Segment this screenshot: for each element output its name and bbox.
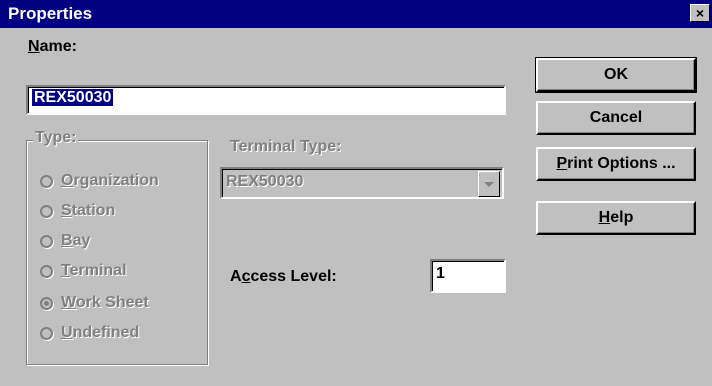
radio-work-sheet[interactable]: Work Sheet	[40, 292, 149, 314]
name-label-rest: ame:	[39, 38, 77, 55]
name-label: Name:	[28, 38, 77, 56]
close-icon[interactable]: ×	[690, 4, 710, 22]
radio-organization[interactable]: Organization	[40, 170, 159, 192]
radio-bay[interactable]: Bay	[40, 230, 90, 252]
access-level-label: Access Level:	[230, 268, 337, 285]
access-level-input[interactable]: 1	[430, 259, 506, 293]
terminal-type-label: Terminal Type:	[230, 138, 342, 155]
radio-terminal[interactable]: Terminal	[40, 260, 127, 282]
print-options-button[interactable]: Print Options ...	[536, 147, 696, 181]
radio-icon	[40, 264, 53, 278]
name-field[interactable]: REX50030	[26, 85, 506, 115]
radio-icon	[40, 326, 53, 340]
ok-button[interactable]: OK	[535, 57, 697, 93]
window-title: Properties	[8, 4, 93, 23]
radio-icon	[40, 204, 53, 218]
name-label-accel: N	[28, 38, 40, 55]
access-level-value: 1	[436, 265, 445, 282]
title-bar: Properties ×	[0, 0, 712, 28]
radio-station[interactable]: Station	[40, 200, 115, 222]
radio-icon	[40, 174, 53, 188]
terminal-type-value: REX50030	[226, 173, 304, 190]
radio-icon	[40, 234, 53, 248]
chevron-down-icon[interactable]	[478, 171, 500, 197]
type-group-legend: Type:	[33, 129, 79, 147]
help-button[interactable]: Help	[536, 201, 696, 235]
terminal-type-combo[interactable]: REX50030	[220, 167, 504, 199]
radio-checked-icon	[40, 296, 53, 310]
radio-undefined[interactable]: Undefined	[40, 322, 139, 344]
cancel-button[interactable]: Cancel	[536, 101, 696, 135]
name-value: REX50030	[32, 89, 114, 106]
